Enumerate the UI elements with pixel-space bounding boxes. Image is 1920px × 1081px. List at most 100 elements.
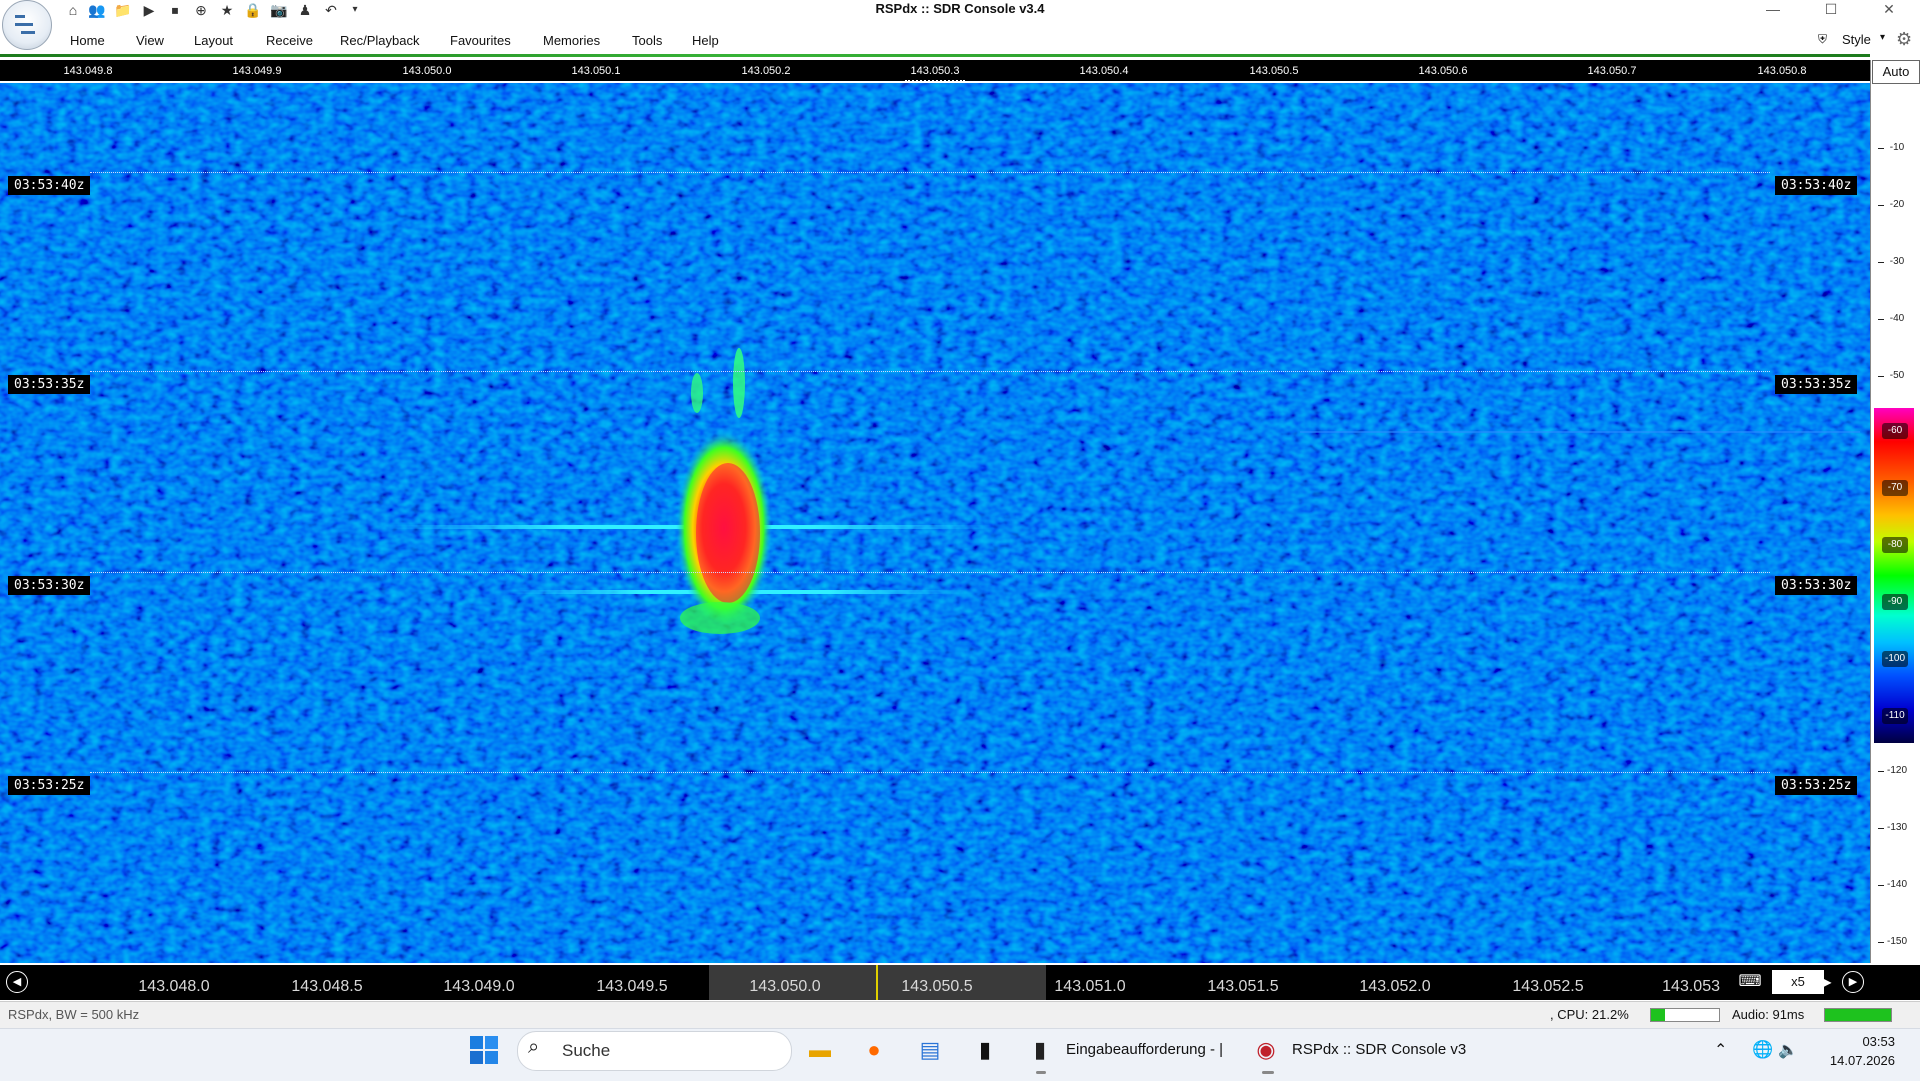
menu-home[interactable]: Home [70, 33, 105, 48]
time-label-right: 03:53:40z [1775, 176, 1858, 195]
db-tick-label: -80 [1882, 537, 1908, 553]
zoom-selector[interactable]: x5 [1772, 970, 1824, 994]
menu-favourites[interactable]: Favourites [450, 33, 511, 48]
bottom-freq-tick: 143.051.5 [1207, 978, 1279, 995]
maximize-button[interactable]: ☐ [1808, 0, 1854, 20]
db-tick-label: -40 [1889, 313, 1905, 324]
top-freq-tick: 143.050.2 [741, 65, 791, 77]
tray-overflow-chevron-icon[interactable]: ⌃ [1714, 1040, 1727, 1060]
top-freq-tick: 143.050.5 [1249, 65, 1299, 77]
taskbar [0, 1028, 1920, 1081]
db-tick-label: -30 [1889, 256, 1905, 267]
top-freq-tick: 143.050.3 [910, 65, 960, 77]
search-placeholder: Suche [562, 1041, 611, 1060]
menu-layout[interactable]: Layout [194, 33, 233, 48]
db-tick-label: -70 [1882, 480, 1908, 496]
top-freq-tick: 143.050.4 [1079, 65, 1129, 77]
menu-help[interactable]: Help [692, 33, 719, 48]
time-grid-line [90, 172, 1770, 173]
db-tick-label: -150 [1886, 936, 1907, 947]
top-freq-tick: 143.050.8 [1757, 65, 1807, 77]
bottom-freq-tick: 143.048.5 [291, 978, 363, 995]
top-freq-tick: 143.049.9 [232, 65, 282, 77]
bottom-freq-tick: 143.049.5 [596, 978, 668, 995]
app-running-indicator [1036, 1071, 1046, 1074]
scroll-right-icon[interactable]: ▶ [1842, 971, 1864, 993]
close-button[interactable]: ✕ [1866, 0, 1912, 20]
db-tick-label: -120 [1886, 765, 1907, 776]
style-dropdown-icon[interactable]: ▾ [1880, 32, 1885, 43]
top-freq-tick: 143.049.8 [63, 65, 113, 77]
status-bar [0, 1001, 1920, 1029]
volume-icon[interactable]: 🔈 [1778, 1040, 1798, 1060]
bottom-freq-tick: 143.052.0 [1359, 978, 1431, 995]
firefox-icon[interactable]: ● [858, 1034, 890, 1066]
time-label-right: 03:53:25z [1775, 776, 1858, 795]
db-tick-label: -50 [1889, 370, 1905, 381]
network-globe-icon[interactable]: 🌐 [1752, 1040, 1773, 1060]
zoom-next-icon[interactable]: ▶ [1820, 970, 1834, 994]
taskbar-app-cmd[interactable]: Eingabeaufforderung - | [1066, 1041, 1223, 1058]
taskbar-app-sdr[interactable]: RSPdx :: SDR Console v3 [1292, 1041, 1466, 1058]
menu-rec-playback[interactable]: Rec/Playback [340, 33, 419, 48]
taskbar-search[interactable] [517, 1031, 792, 1071]
bottom-freq-tick: 143.048.0 [138, 978, 210, 995]
bottom-freq-tick: 143.052.5 [1512, 978, 1584, 995]
time-grid-line [90, 371, 1770, 372]
bottom-freq-tick: 143.050.0 [749, 978, 821, 995]
top-freq-tick: 143.050.6 [1418, 65, 1468, 77]
file-explorer-icon[interactable]: ▬ [804, 1034, 836, 1066]
bottom-freq-tick: 143.051.0 [1054, 978, 1126, 995]
menu-memories[interactable]: Memories [543, 33, 600, 48]
sdr-console-icon[interactable]: ◉ [1250, 1034, 1282, 1066]
windows-start-icon[interactable] [468, 1034, 500, 1066]
db-tick-label: -130 [1886, 822, 1907, 833]
menu-view[interactable]: View [136, 33, 164, 48]
waterfall-graphic [0, 83, 1870, 963]
bottom-freq-tick: 143.050.5 [901, 978, 973, 995]
time-label-left: 03:53:25z [8, 776, 91, 795]
top-freq-tick: 143.050.1 [571, 65, 621, 77]
style-menu[interactable]: Style [1842, 32, 1871, 47]
style-icon[interactable]: ⛨ [1818, 32, 1827, 47]
audio-meter [1824, 1008, 1892, 1022]
db-tick-label: -90 [1882, 594, 1908, 610]
keyboard-icon[interactable]: ⌨ [1735, 970, 1765, 994]
time-label-left: 03:53:35z [8, 375, 91, 394]
cpu-meter [1650, 1008, 1720, 1022]
scroll-left-icon[interactable]: ◀ [6, 971, 28, 993]
time-label-left: 03:53:30z [8, 576, 91, 595]
db-tick-label: -110 [1882, 708, 1908, 724]
menu-tools[interactable]: Tools [632, 33, 662, 48]
search-icon: ⌕ [528, 1036, 540, 1058]
time-grid-line [90, 772, 1770, 773]
app-menu-orb-icon[interactable] [2, 0, 52, 50]
top-freq-tick: 143.050.0 [402, 65, 452, 77]
status-device-info: RSPdx, BW = 500 kHz [8, 1007, 140, 1022]
auto-level-button[interactable]: Auto [1872, 60, 1920, 84]
time-label-right: 03:53:30z [1775, 576, 1858, 595]
notepad-icon[interactable]: ▤ [914, 1034, 946, 1066]
menu-receive[interactable]: Receive [266, 33, 313, 48]
db-tick-label: -60 [1882, 423, 1908, 439]
time-grid-line [90, 572, 1770, 573]
db-tick-label: -10 [1889, 142, 1905, 153]
status-cpu: , CPU: 21.2% [1550, 1007, 1629, 1022]
command-prompt-icon[interactable]: ▮ [1024, 1034, 1056, 1066]
db-tick-label: -140 [1886, 879, 1907, 890]
settings-gear-icon[interactable]: ⚙ [1896, 29, 1912, 50]
time-label-left: 03:53:40z [8, 176, 91, 195]
terminal-icon[interactable]: ▮ [969, 1034, 1001, 1066]
cpu-meter-fill [1651, 1009, 1665, 1021]
clock-time[interactable]: 03:53 [1835, 1034, 1895, 1049]
status-audio: Audio: 91ms [1732, 1007, 1805, 1022]
window-title: RSPdx :: SDR Console v3.4 [875, 1, 1045, 16]
bottom-freq-tick: 143.053 [1662, 978, 1720, 995]
minimize-button[interactable]: — [1750, 0, 1796, 20]
time-label-right: 03:53:35z [1775, 375, 1858, 394]
signal-level-line [0, 54, 1870, 57]
waterfall-display[interactable] [0, 83, 1870, 963]
clock-date[interactable]: 14.07.2026 [1815, 1053, 1895, 1068]
color-scale-bar[interactable] [1874, 408, 1914, 743]
top-freq-tick: 143.050.7 [1587, 65, 1637, 77]
